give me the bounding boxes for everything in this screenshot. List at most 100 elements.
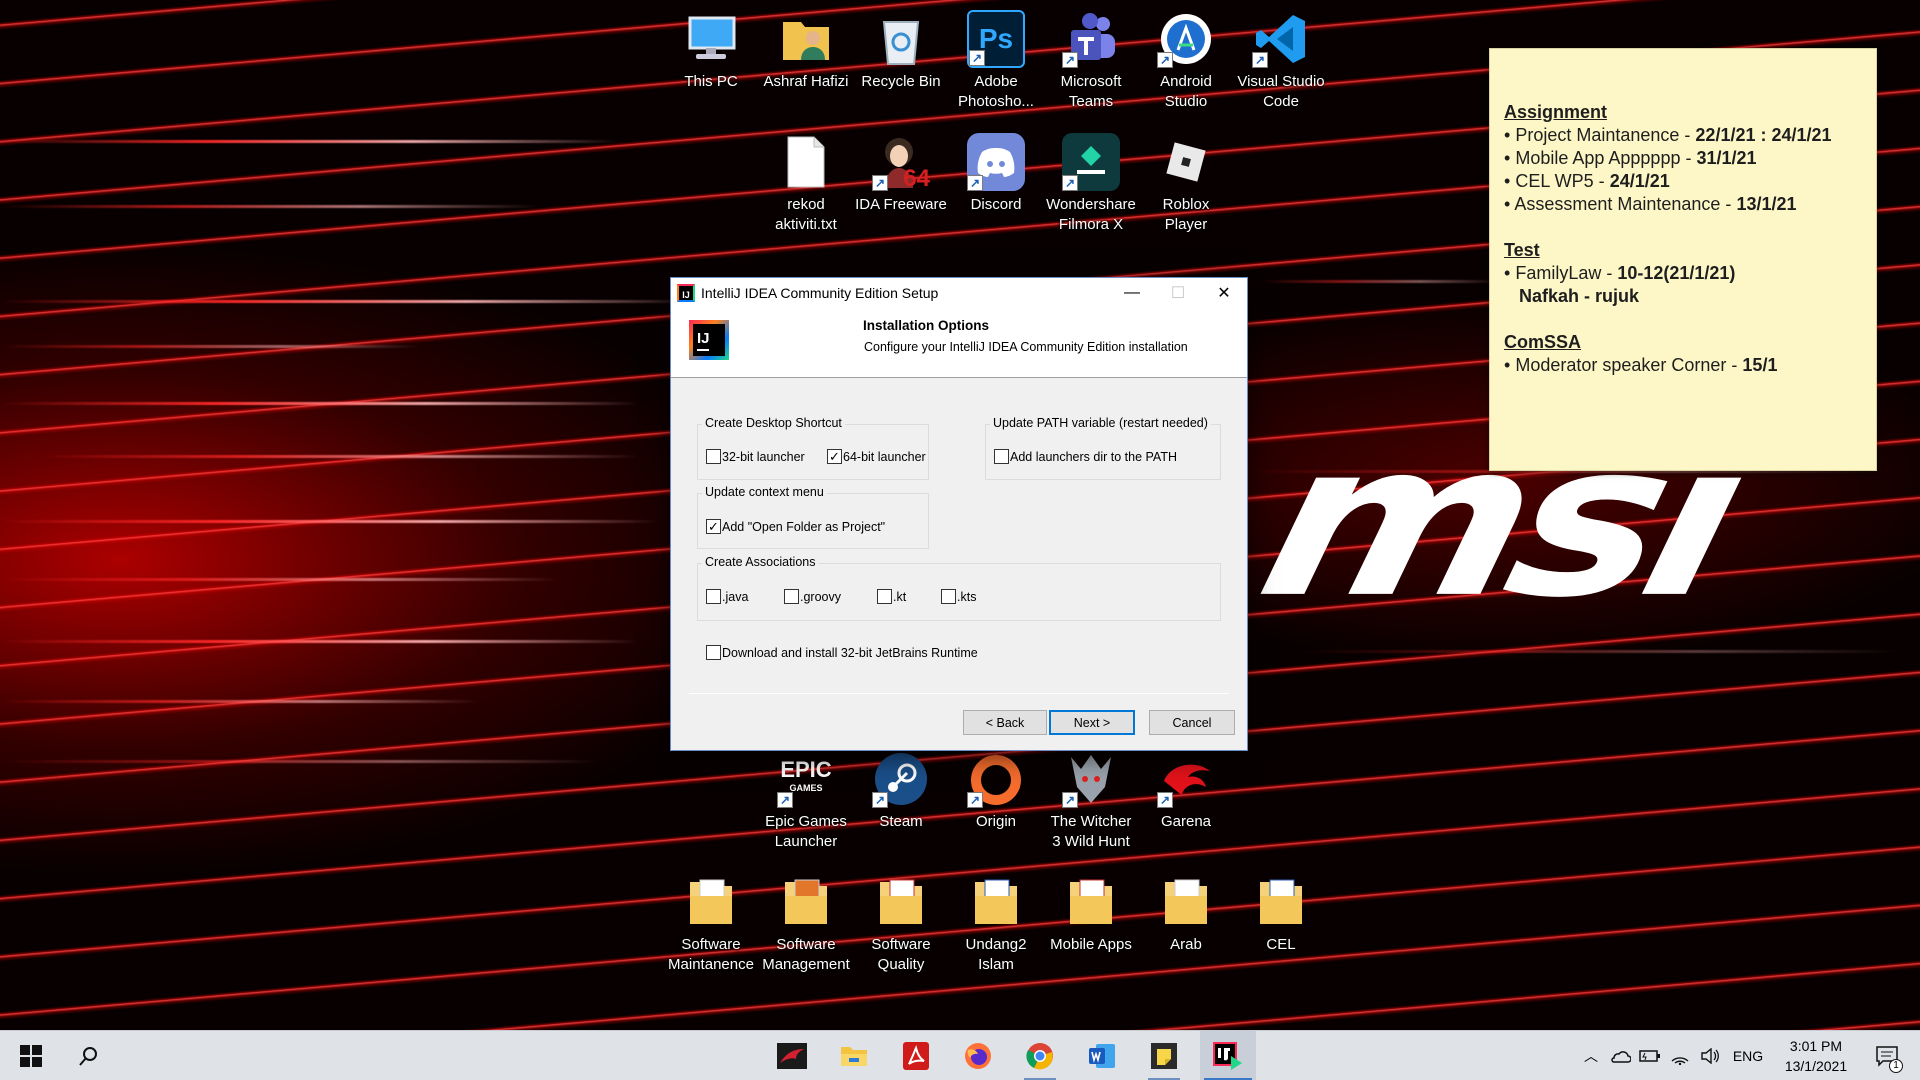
checkbox-box[interactable]: [784, 589, 799, 604]
next-button[interactable]: Next >: [1049, 710, 1135, 735]
taskbar-sticky-notes[interactable]: [1138, 1031, 1190, 1080]
desktop-folder-arab[interactable]: Arab: [1140, 873, 1232, 955]
desktop-icon-steam[interactable]: ↗ Steam: [855, 750, 947, 832]
wifi-icon: [1671, 1057, 1689, 1065]
checkbox-32bit-launcher[interactable]: 32-bit launcher: [706, 449, 805, 464]
checkbox-64bit-launcher[interactable]: ✓ 64-bit launcher: [827, 449, 926, 464]
action-center-button[interactable]: 1: [1864, 1031, 1910, 1080]
input-language-button[interactable]: ENG: [1728, 1031, 1768, 1080]
text-file-icon: [777, 133, 835, 191]
shortcut-arrow-icon: ↗: [872, 792, 888, 808]
checkbox-box[interactable]: [706, 449, 721, 464]
checkbox-jetbrains-runtime[interactable]: Download and install 32-bit JetBrains Ru…: [706, 645, 978, 660]
taskbar-intellij-setup[interactable]: [1200, 1031, 1256, 1080]
checkbox-box[interactable]: [877, 589, 892, 604]
checkbox-kt[interactable]: .kt: [877, 589, 906, 604]
desktop-icon-rekod-aktiviti[interactable]: rekod aktiviti.txt: [760, 133, 852, 235]
maximize-icon: ☐: [1170, 285, 1186, 302]
setup-dialog[interactable]: IJ IntelliJ IDEA Community Edition Setup…: [670, 277, 1248, 751]
vscode-icon: ↗: [1252, 10, 1310, 68]
teams-icon: ↗: [1062, 10, 1120, 68]
back-button[interactable]: < Back: [963, 710, 1047, 735]
dialog-header: IJ Installation Options Configure your I…: [671, 308, 1247, 378]
desktop-icon-this-pc[interactable]: This PC: [665, 10, 757, 92]
taskbar-word[interactable]: [1076, 1031, 1128, 1080]
desktop-icon-vscode[interactable]: ↗ Visual Studio Code: [1235, 10, 1327, 112]
desktop-icon-teams[interactable]: ↗ Microsoft Teams: [1045, 10, 1137, 112]
taskbar-chrome[interactable]: [1014, 1031, 1066, 1080]
taskbar-msi-dragon-center[interactable]: [766, 1031, 818, 1080]
desktop-icon-recycle-bin[interactable]: Recycle Bin: [855, 10, 947, 92]
show-hidden-icons-button[interactable]: ︿: [1578, 1031, 1604, 1080]
cancel-button[interactable]: Cancel: [1149, 710, 1235, 735]
sticky-note[interactable]: Assignment • Project Maintanence - 22/1/…: [1489, 48, 1877, 471]
taskbar-firefox[interactable]: [952, 1031, 1004, 1080]
sticky-line: • FamilyLaw - 10-12(21/1/21): [1504, 263, 1736, 283]
shortcut-arrow-icon: ↗: [1062, 52, 1078, 68]
epic-games-icon: EPIC GAMES ↗: [777, 750, 835, 808]
desktop-folder-software-management[interactable]: Software Management: [760, 873, 852, 975]
dialog-titlebar[interactable]: IJ IntelliJ IDEA Community Edition Setup…: [671, 278, 1247, 308]
desktop-folder-cel[interactable]: CEL: [1235, 873, 1327, 955]
checkbox-kts[interactable]: .kts: [941, 589, 976, 604]
comssa-heading: ComSSA: [1504, 332, 1582, 352]
icon-label: IDA Freeware: [855, 196, 947, 213]
desktop-icon-witcher[interactable]: ↗ The Witcher 3 Wild Hunt: [1045, 750, 1137, 852]
checkbox-box[interactable]: [994, 449, 1009, 464]
icon-label: Discord: [970, 196, 1022, 213]
desktop-icon-roblox[interactable]: Roblox Player: [1140, 133, 1232, 235]
close-button[interactable]: ✕: [1201, 278, 1247, 308]
desktop-icon-epic-games[interactable]: EPIC GAMES ↗ Epic Games Launcher: [760, 750, 852, 852]
battery-tray[interactable]: [1636, 1031, 1664, 1080]
desktop-icon-ida[interactable]: 64 ↗ IDA Freeware: [855, 133, 947, 215]
icon-label: Arab: [1170, 936, 1202, 953]
wifi-tray[interactable]: [1666, 1031, 1694, 1080]
folder-icon: [777, 873, 835, 931]
checkbox-box[interactable]: [706, 589, 721, 604]
group-legend: Update context menu: [702, 485, 827, 499]
desktop-icon-garena[interactable]: ↗ Garena: [1140, 750, 1232, 832]
taskbar-file-explorer[interactable]: [828, 1031, 880, 1080]
start-button[interactable]: [8, 1031, 54, 1080]
desktop-icon-ashraf-hafizi[interactable]: Ashraf Hafizi: [760, 10, 852, 92]
roblox-icon: [1157, 133, 1215, 191]
icon-label: The Witcher 3 Wild Hunt: [1050, 813, 1132, 850]
taskbar-acrobat[interactable]: [890, 1031, 942, 1080]
header-subtitle: Configure your IntelliJ IDEA Community E…: [864, 340, 1188, 354]
folder-icon: [1157, 873, 1215, 931]
taskbar: ︿ ENG 3:01 PM 13/1/2021 1: [0, 1030, 1920, 1080]
sticky-line: • Assessment Maintenance - 13/1/21: [1504, 194, 1797, 214]
desktop-icon-origin[interactable]: ↗ Origin: [950, 750, 1042, 832]
checkmark-icon[interactable]: ✓: [706, 519, 721, 534]
clock-button[interactable]: 3:01 PM 13/1/2021: [1772, 1031, 1860, 1080]
checkbox-box[interactable]: [941, 589, 956, 604]
search-button[interactable]: [66, 1031, 112, 1080]
checkbox-box[interactable]: [706, 645, 721, 660]
checkbox-open-folder-as-project[interactable]: ✓ Add "Open Folder as Project": [706, 519, 885, 534]
checkmark-icon[interactable]: ✓: [827, 449, 842, 464]
desktop-icon-discord[interactable]: ↗ Discord: [950, 133, 1042, 215]
folder-icon: [682, 873, 740, 931]
checkbox-groovy[interactable]: .groovy: [784, 589, 841, 604]
group-legend: Create Desktop Shortcut: [702, 416, 845, 430]
checkbox-java[interactable]: .java: [706, 589, 748, 604]
minimize-button[interactable]: —: [1109, 278, 1155, 308]
volume-tray[interactable]: [1696, 1031, 1724, 1080]
desktop-icon-android-studio[interactable]: ↗ Android Studio: [1140, 10, 1232, 112]
icon-label: Software Maintanence: [668, 936, 754, 973]
sticky-line: Nafkah - rujuk: [1519, 286, 1640, 306]
onedrive-tray[interactable]: [1606, 1031, 1634, 1080]
minimize-icon: —: [1124, 284, 1140, 301]
speaker-icon: [1701, 1048, 1719, 1064]
folder-icon: [1252, 873, 1310, 931]
desktop-icon-photoshop[interactable]: Ps ↗ Adobe Photosho...: [950, 10, 1042, 112]
desktop-folder-undang2-islam[interactable]: Undang2 Islam: [950, 873, 1042, 975]
icon-label: This PC: [684, 73, 738, 90]
acrobat-icon: [903, 1042, 929, 1070]
desktop-folder-software-quality[interactable]: Software Quality: [855, 873, 947, 975]
desktop-folder-software-maintanence[interactable]: Software Maintanence: [665, 873, 757, 975]
witcher-icon: ↗: [1062, 750, 1120, 808]
desktop-icon-filmora[interactable]: ↗ Wondershare Filmora X: [1045, 133, 1137, 235]
checkbox-add-path[interactable]: Add launchers dir to the PATH: [994, 449, 1177, 464]
desktop-folder-mobile-apps[interactable]: Mobile Apps: [1045, 873, 1137, 955]
